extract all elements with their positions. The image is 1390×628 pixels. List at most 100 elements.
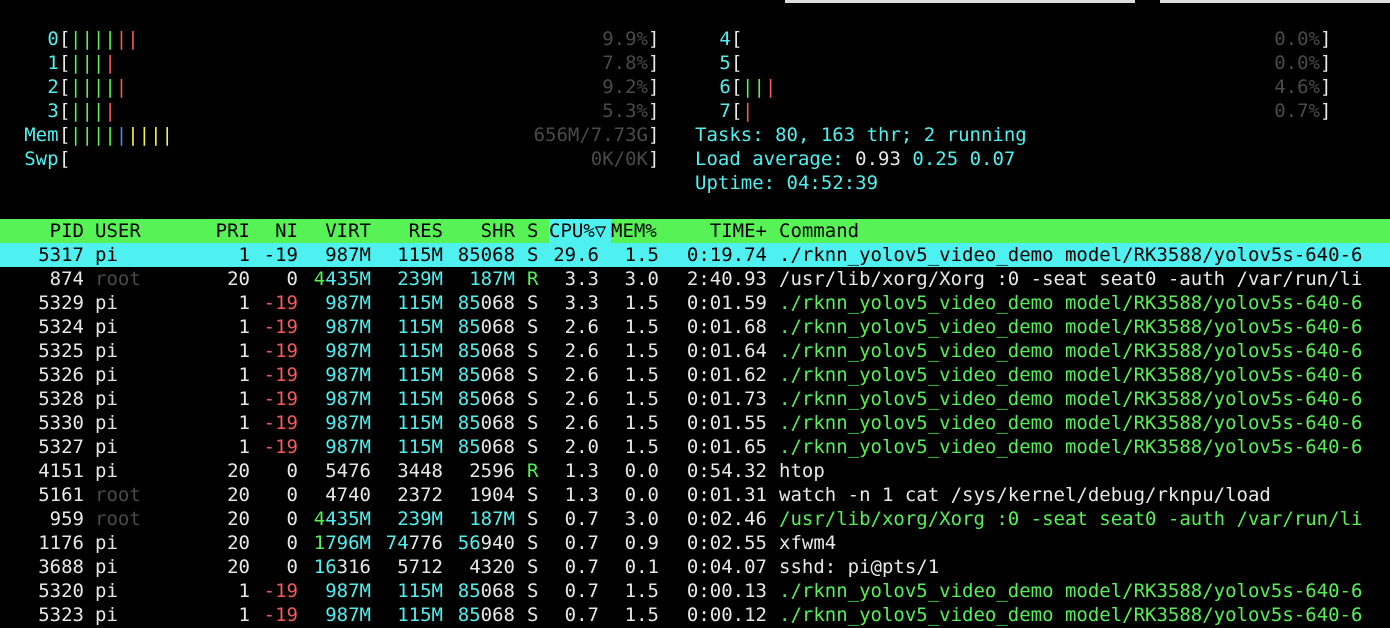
- process-row[interactable]: 5323 pi 1 -19 987M 115M 85068 S 0.7 1.5 0:00.12 ./r…: [0, 603, 1390, 627]
- process-user: pi: [95, 580, 118, 602]
- process-command: xfwm4: [779, 532, 837, 554]
- process-shr: 85068: [457, 412, 515, 434]
- process-row[interactable]: 874 root 20 0 4435M 239M 187M R 3.3 3.0 2:40.93/us…: [0, 267, 1390, 291]
- col-ni[interactable]: NI: [260, 219, 298, 243]
- process-row[interactable]: 5325 pi 1 -19 987M 115M 85068 S 2.6 1.5 0:01.64 ./r…: [0, 339, 1390, 363]
- process-nice: -19: [263, 580, 298, 602]
- process-time: 0:02.55: [686, 532, 767, 554]
- cpu5-meter-bracket-open: [: [731, 52, 743, 74]
- process-virt: 987M: [325, 412, 371, 434]
- cpu7-meter-value: 0.7%: [1274, 100, 1320, 122]
- process-command: ./rknn_yolov5_video_demo model/RK3588/yo…: [779, 244, 1363, 266]
- process-state: S: [527, 556, 539, 578]
- window-tab-strip: [785, 0, 1135, 3]
- process-shr: 85068: [457, 244, 515, 266]
- process-user: pi: [95, 436, 118, 458]
- col-shr[interactable]: SHR: [448, 219, 515, 243]
- cpu3-meter-bar: ||||: [70, 100, 116, 122]
- process-res: 115M: [397, 412, 443, 434]
- process-shr: 1904: [469, 484, 515, 506]
- process-row[interactable]: 4151 pi 20 0 5476 3448 2596 R 1.3 0.0 0:54.32 htop: [0, 459, 1390, 483]
- col-virt[interactable]: VIRT: [310, 219, 371, 243]
- process-row[interactable]: 5320 pi 1 -19 987M 115M 85068 S 0.7 1.5 0:00.13 ./r…: [0, 579, 1390, 603]
- process-row[interactable]: 5329 pi 1 -19 987M 115M 85068 S 3.3 1.5 0:01.59 ./r…: [0, 291, 1390, 315]
- process-state: S: [527, 484, 539, 506]
- process-priority: 20: [227, 556, 250, 578]
- process-command: sshd: pi@pts/1: [779, 556, 940, 578]
- process-table-header: PID USER PRI NI VIRT RES SHR S CPU%▽ MEM…: [0, 219, 1390, 243]
- col-res[interactable]: RES: [382, 219, 443, 243]
- process-shr: 85068: [457, 388, 515, 410]
- col-state[interactable]: S: [527, 219, 538, 243]
- process-row[interactable]: 5317 pi 1 -19 987M 115M 85068 S 29.6 1.5 0:19.74 ./…: [0, 243, 1390, 267]
- cpu2-meter-value: 9.2%: [602, 76, 648, 98]
- process-cpu-percent: 2.6: [564, 316, 599, 338]
- cpu0-meter-bracket-close: ]: [648, 28, 660, 50]
- col-mem[interactable]: MEM%: [611, 219, 657, 243]
- process-res: 239M: [397, 268, 443, 290]
- process-res: 115M: [397, 580, 443, 602]
- process-state: S: [527, 412, 539, 434]
- process-virt: 4435M: [313, 508, 371, 530]
- process-nice: -19: [263, 292, 298, 314]
- load-label: Load average:: [695, 148, 856, 170]
- process-priority: 20: [227, 484, 250, 506]
- process-user: root: [95, 508, 141, 530]
- process-mem-percent: 1.5: [624, 340, 659, 362]
- process-time: 0:02.46: [686, 508, 767, 530]
- process-time: 0:00.12: [686, 604, 767, 626]
- col-pri[interactable]: PRI: [200, 219, 250, 243]
- process-cpu-percent: 2.6: [564, 412, 599, 434]
- process-time: 0:01.65: [686, 436, 767, 458]
- process-row[interactable]: 5327 pi 1 -19 987M 115M 85068 S 2.0 1.5 0:01.65 ./r…: [0, 435, 1390, 459]
- process-shr: 2596: [469, 460, 515, 482]
- cpu7-meter-bracket-close: ]: [1320, 100, 1332, 122]
- process-pid: 5320: [38, 580, 84, 602]
- process-state: S: [527, 604, 539, 626]
- col-time[interactable]: TIME+: [680, 219, 767, 243]
- process-row[interactable]: 3688 pi 20 0 16316 5712 4320 S 0.7 0.1 0:04.07 sshd…: [0, 555, 1390, 579]
- col-pid[interactable]: PID: [0, 219, 84, 243]
- process-pid: 5161: [38, 484, 84, 506]
- process-time: 0:01.64: [686, 340, 767, 362]
- cpu5-meter-label: 5: [719, 52, 731, 74]
- process-row[interactable]: 5326 pi 1 -19 987M 115M 85068 S 2.6 1.5 0:01.62 ./r…: [0, 363, 1390, 387]
- cpu0-meter-bar: ||||||: [70, 28, 139, 50]
- process-user: pi: [95, 412, 118, 434]
- process-priority: 1: [238, 316, 250, 338]
- process-row[interactable]: 5161 root 20 0 4740 2372 1904 S 1.3 0.0 0:01.31 wat…: [0, 483, 1390, 507]
- process-time: 2:40.93: [686, 268, 767, 290]
- process-time: 0:54.32: [686, 460, 767, 482]
- process-row[interactable]: 5330 pi 1 -19 987M 115M 85068 S 2.6 1.5 0:01.55 ./r…: [0, 411, 1390, 435]
- process-nice: 0: [286, 268, 298, 290]
- process-pid: 5328: [38, 388, 84, 410]
- process-virt: 987M: [325, 580, 371, 602]
- col-command[interactable]: Command: [779, 219, 859, 243]
- tasks-value: 80, 163 thr; 2 running: [775, 124, 1027, 146]
- col-user[interactable]: USER: [95, 219, 141, 243]
- load-1min: 0.93: [855, 148, 901, 170]
- process-row[interactable]: 5324 pi 1 -19 987M 115M 85068 S 2.6 1.5 0:01.68 ./r…: [0, 315, 1390, 339]
- process-pid: 874: [49, 268, 84, 290]
- process-mem-percent: 3.0: [624, 268, 659, 290]
- process-nice: -19: [263, 364, 298, 386]
- process-time: 0:19.74: [686, 244, 767, 266]
- process-shr: 85068: [457, 292, 515, 314]
- process-row[interactable]: 959 root 20 0 4435M 239M 187M S 0.7 3.0 0:02.46/us…: [0, 507, 1390, 531]
- process-mem-percent: 0.9: [624, 532, 659, 554]
- process-shr: 85068: [457, 316, 515, 338]
- process-res: 115M: [397, 436, 443, 458]
- process-cpu-percent: 1.3: [564, 460, 599, 482]
- process-priority: 1: [238, 388, 250, 410]
- process-row[interactable]: 5328 pi 1 -19 987M 115M 85068 S 2.6 1.5 0:01.73 ./r…: [0, 387, 1390, 411]
- process-row[interactable]: 1176 pi 20 0 1796M 74776 56940 S 0.7 0.9 0:02.55 xf…: [0, 531, 1390, 555]
- process-mem-percent: 1.5: [624, 436, 659, 458]
- process-priority: 1: [238, 412, 250, 434]
- col-cpu-sorted[interactable]: CPU%▽: [549, 219, 611, 243]
- cpu2-meter-bracket-open: [: [59, 76, 71, 98]
- process-virt: 987M: [325, 604, 371, 626]
- process-shr: 56940: [457, 532, 515, 554]
- process-res: 115M: [397, 388, 443, 410]
- process-time: 0:01.59: [686, 292, 767, 314]
- process-mem-percent: 1.5: [624, 292, 659, 314]
